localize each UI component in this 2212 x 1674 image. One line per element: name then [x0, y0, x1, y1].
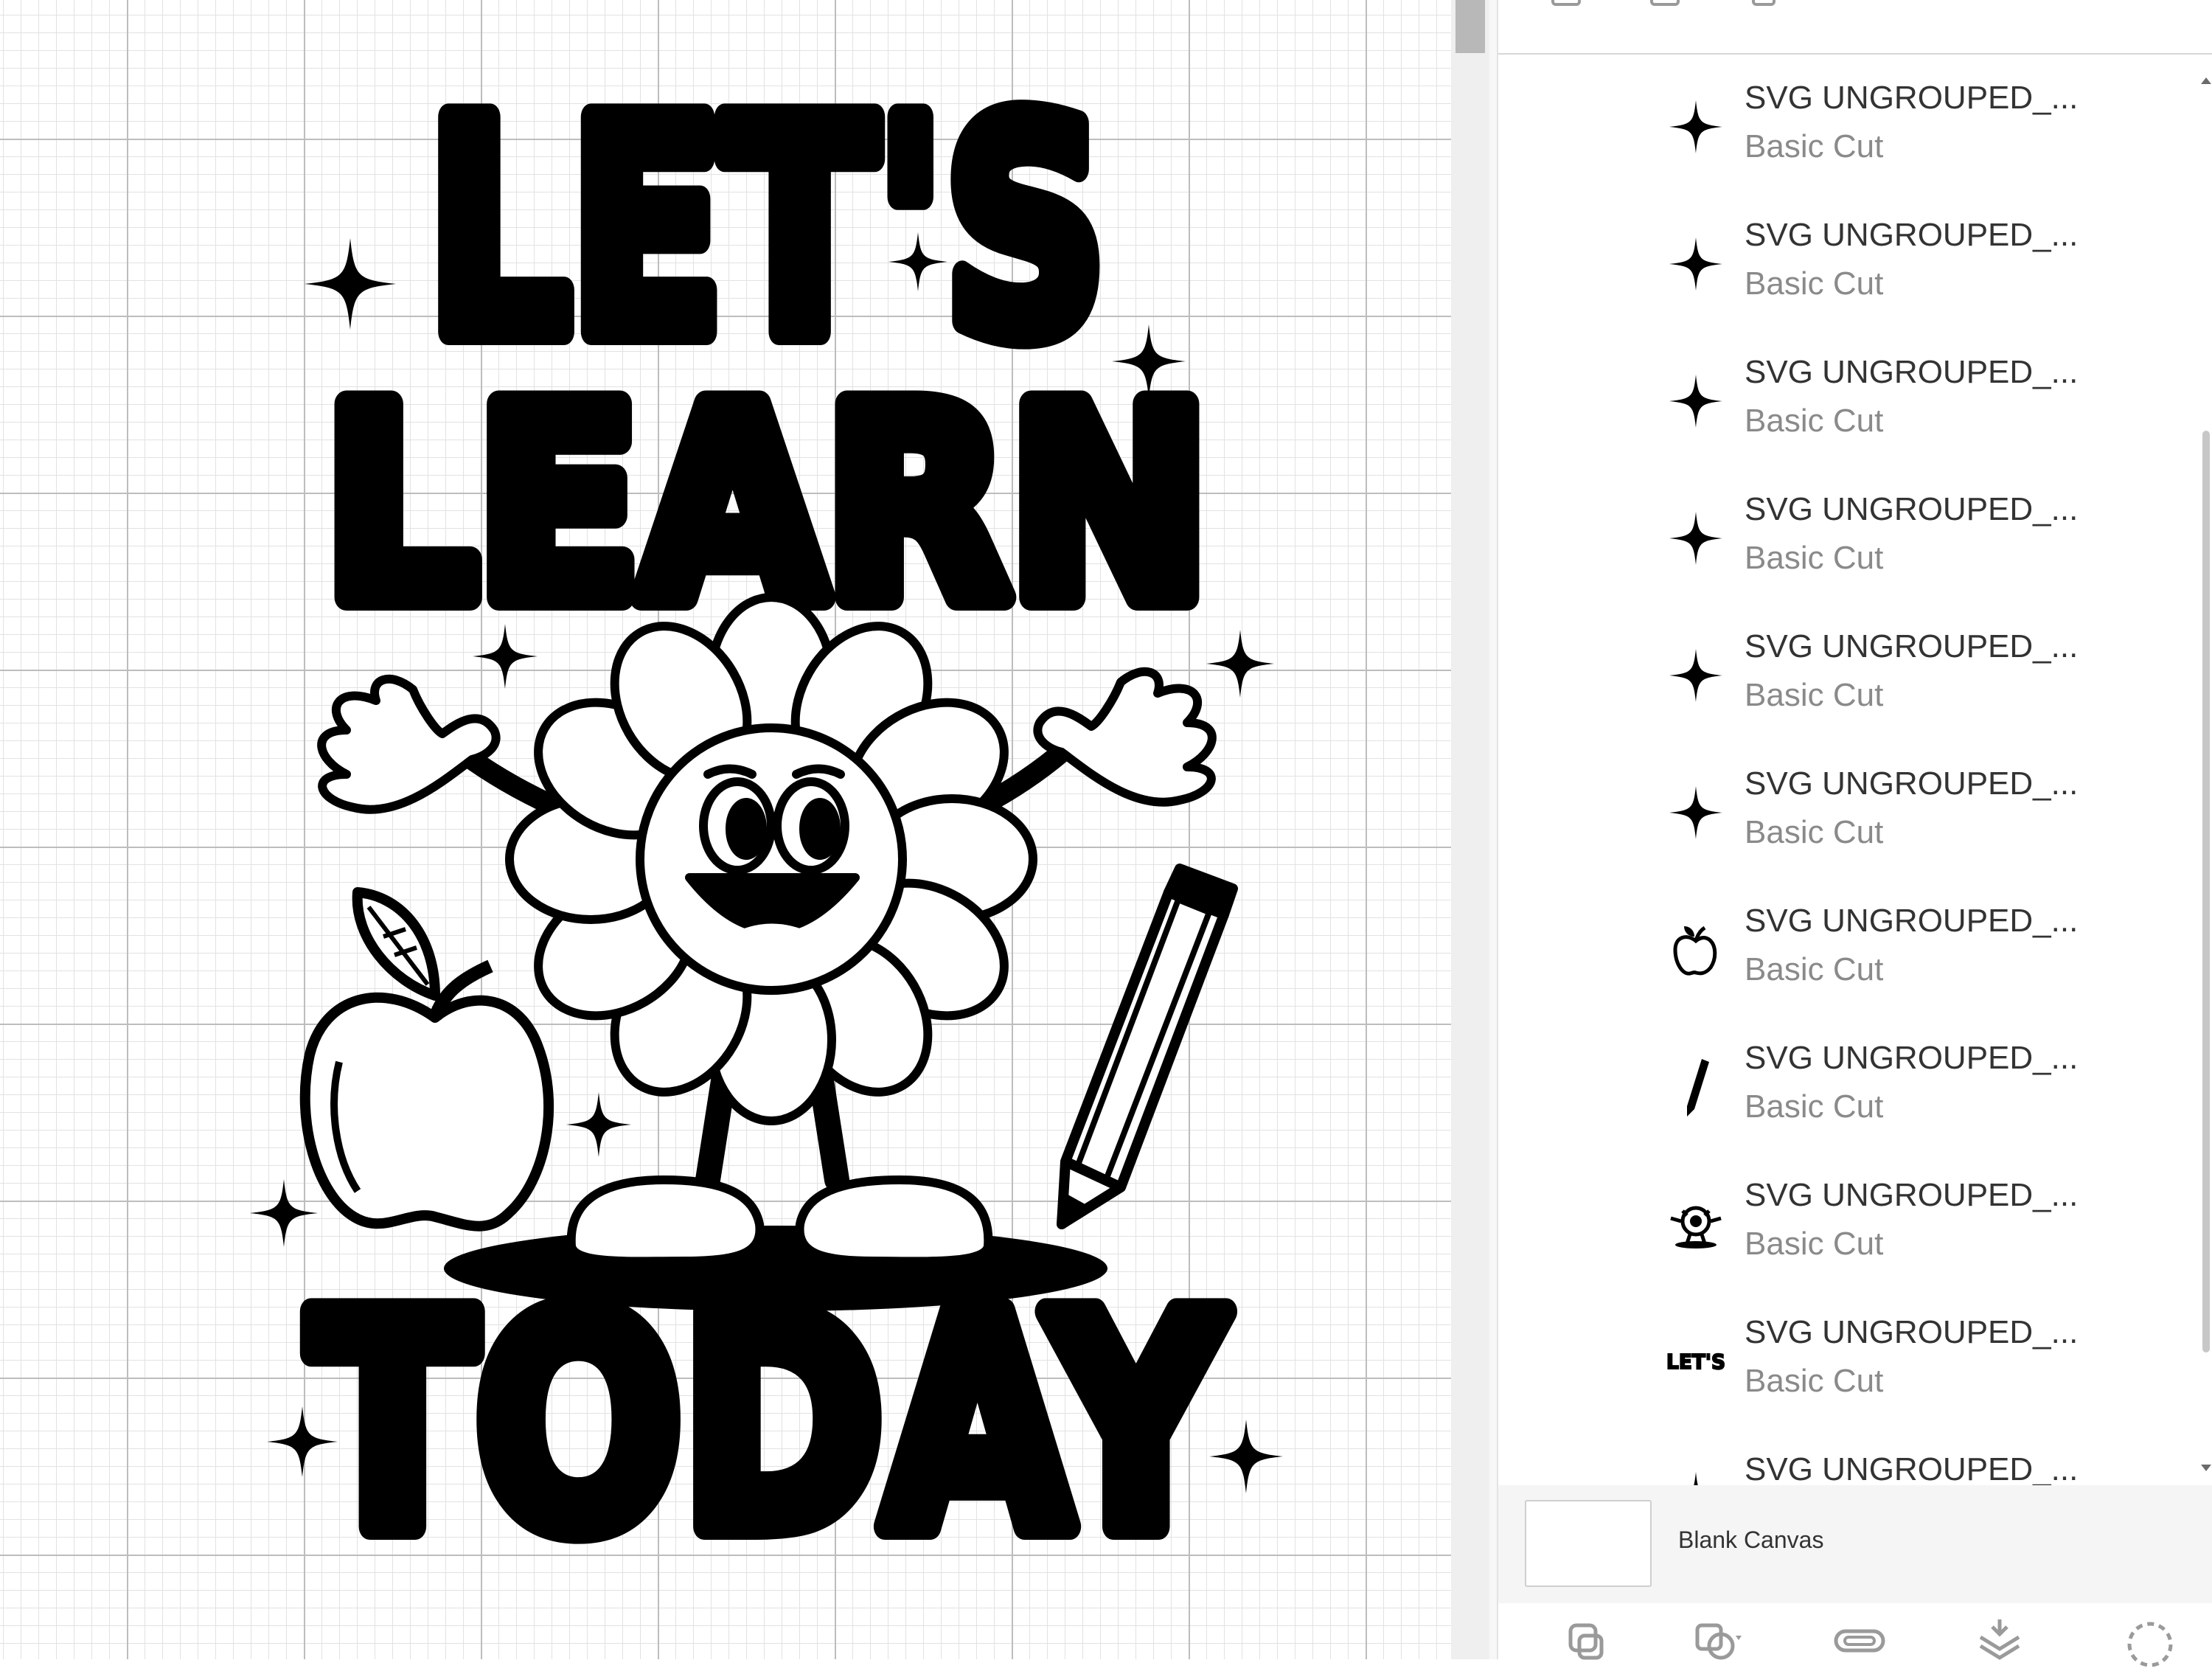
apple-illustration[interactable] — [299, 887, 554, 1232]
layers-toolbar — [1498, 0, 2212, 55]
sparkle-icon — [1669, 100, 1722, 153]
layer-item[interactable]: SVG UNGROUPED_... Basic Cut — [1498, 878, 2200, 1015]
layer-name: SVG UNGROUPED_... — [1745, 354, 2079, 390]
layer-name: SVG UNGROUPED_... — [1745, 1451, 2079, 1485]
group-icon[interactable] — [1557, 1615, 1616, 1674]
layers-scrollbar-thumb[interactable] — [2202, 431, 2210, 1352]
layer-name: SVG UNGROUPED_... — [1745, 1177, 2079, 1213]
layer-name: SVG UNGROUPED_... — [1745, 491, 2079, 527]
layer-name: SVG UNGROUPED_... — [1745, 80, 2079, 116]
lets-learn-today-artwork[interactable]: LET'S LEARN TODAY — [0, 0, 1451, 1659]
sparkle-icon — [1669, 237, 1722, 291]
blank-canvas-swatch[interactable] — [1525, 1500, 1652, 1587]
layer-item[interactable]: SVG UNGROUPED_... Basic Cut — [1498, 740, 2200, 878]
layer-operation: Basic Cut — [1745, 128, 1884, 164]
layer-operation: Basic Cut — [1745, 1088, 1884, 1125]
layer-name: SVG UNGROUPED_... — [1745, 628, 2079, 664]
flatten-icon[interactable] — [1970, 1615, 2029, 1674]
layer-operation: Basic Cut — [1745, 814, 1884, 850]
sparkle-icon — [1669, 786, 1722, 839]
pencil-icon — [1687, 1059, 1709, 1116]
layer-item[interactable]: SVG UNGROUPED_... Basic Cut — [1498, 1152, 2200, 1289]
layer-operation: Basic Cut — [1745, 1226, 1884, 1262]
sparkle-icon[interactable] — [305, 238, 396, 330]
duplicate-icon[interactable] — [1547, 0, 1585, 13]
layer-item[interactable]: SVG UNGROUPED_... Basic Cut — [1498, 603, 2200, 740]
layer-name: SVG UNGROUPED_... — [1745, 1040, 2079, 1076]
layer-name: SVG UNGROUPED_... — [1745, 1314, 2079, 1350]
sparkle-icon — [1669, 1472, 1722, 1485]
svg-text:LET'S: LET'S — [1666, 1350, 1725, 1374]
sparkle-icon — [1669, 649, 1722, 702]
pencil-illustration[interactable] — [1057, 864, 1238, 1229]
ground-shadow — [444, 1226, 1107, 1311]
layer-name: SVG UNGROUPED_... — [1745, 903, 2079, 939]
layer-name: SVG UNGROUPED_... — [1745, 217, 2079, 253]
canvas-scrollbar-thumb[interactable] — [1455, 0, 1485, 53]
layer-operation: Basic Cut — [1745, 1363, 1884, 1399]
layer-operation: Basic Cut — [1745, 951, 1884, 987]
scroll-down-icon[interactable] — [2199, 1460, 2212, 1475]
layer-operation: Basic Cut — [1745, 265, 1884, 302]
sparkle-icon[interactable] — [566, 1092, 631, 1157]
layer-item[interactable]: SVG UNGROUPED_... Basic Cut — [1498, 466, 2200, 603]
canvas-vertical-scrollbar[interactable] — [1451, 0, 1489, 1659]
delete-icon[interactable] — [1745, 0, 1783, 13]
scroll-up-icon[interactable] — [2199, 74, 2212, 88]
layer-item[interactable]: SVG UNGROUPED_... Basic Cut — [1498, 192, 2200, 329]
sparkle-icon — [1669, 512, 1722, 565]
layer-list[interactable]: SVG UNGROUPED_... Basic Cut SVG UNGROUPE… — [1498, 55, 2200, 1485]
blank-canvas-label: Blank Canvas — [1678, 1527, 1824, 1553]
layer-item[interactable]: SVG UNGROUPED_... Basic Cut — [1498, 1015, 2200, 1152]
layer-item[interactable]: SVG UNGROUPED_... — [1498, 1426, 2200, 1485]
attach-icon[interactable] — [1830, 1615, 1889, 1674]
design-canvas[interactable]: LET'S LEARN TODAY — [0, 0, 1451, 1659]
sparkle-icon — [1669, 375, 1722, 428]
layer-item[interactable]: SVG UNGROUPED_... Basic Cut — [1498, 55, 2200, 192]
layer-item[interactable]: LET'S SVG UNGROUPED_... Basic Cut — [1498, 1289, 2200, 1426]
sparkle-icon[interactable] — [1206, 630, 1274, 698]
lets-text-icon: LET'S — [1666, 1349, 1726, 1375]
layer-item[interactable]: SVG UNGROUPED_... Basic Cut — [1498, 329, 2200, 466]
panel-divider — [1489, 0, 1497, 1659]
copy-icon[interactable] — [1646, 0, 1684, 13]
layer-operation: Basic Cut — [1745, 403, 1884, 439]
combine-icon[interactable] — [1690, 1615, 1749, 1674]
layers-scrollbar[interactable] — [2199, 55, 2212, 1485]
layers-bottom-toolbar — [1498, 1605, 2212, 1667]
sparkle-icon[interactable] — [250, 1179, 318, 1247]
layer-operation: Basic Cut — [1745, 540, 1884, 576]
layer-name: SVG UNGROUPED_... — [1745, 765, 2079, 802]
flower-icon — [1670, 1206, 1722, 1248]
layer-operation: Basic Cut — [1745, 677, 1884, 713]
blank-canvas-row[interactable]: Blank Canvas — [1498, 1485, 2212, 1603]
layers-panel: SVG UNGROUPED_... Basic Cut SVG UNGROUPE… — [1497, 0, 2212, 1667]
apple-icon — [1673, 925, 1717, 976]
contour-icon[interactable] — [2121, 1615, 2180, 1674]
